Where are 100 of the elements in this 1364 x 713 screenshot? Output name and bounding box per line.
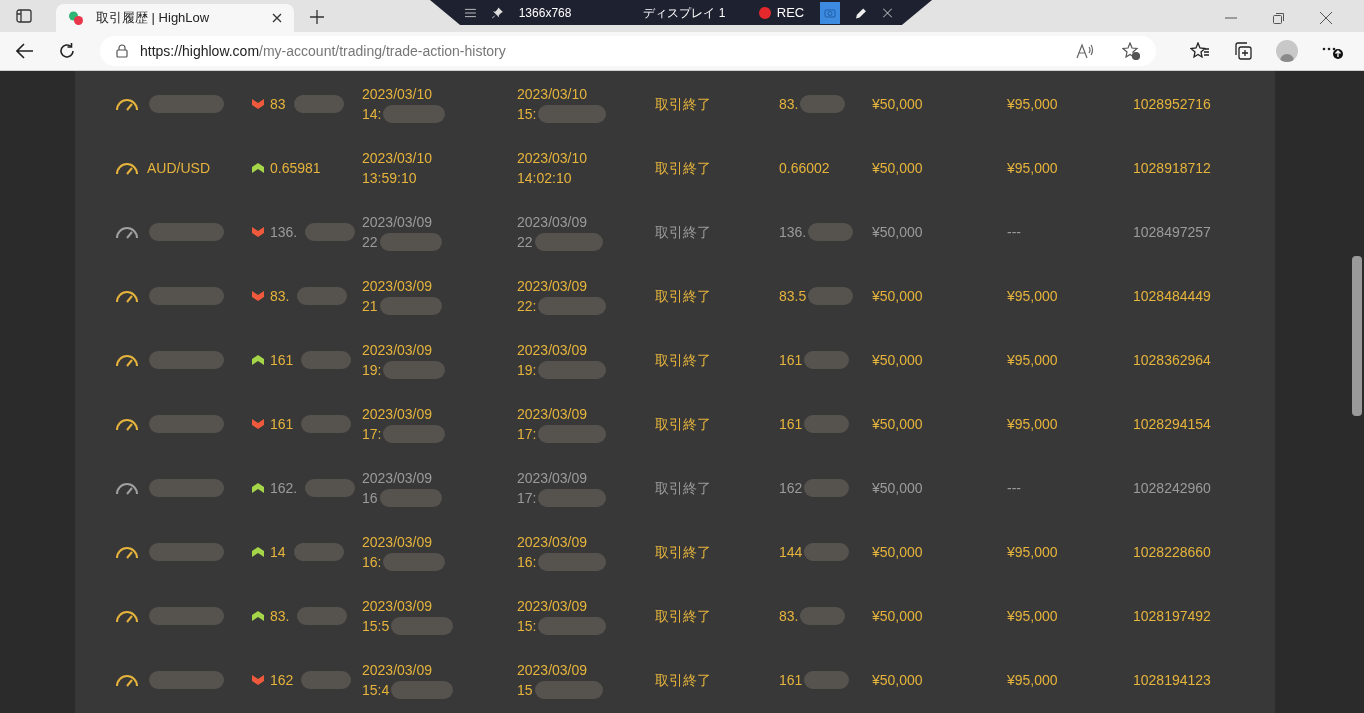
scrollbar-thumb[interactable] [1351,256,1362,416]
trade-id: 1028484449 [1133,286,1212,306]
trade-status: 取引終了 [655,670,712,690]
redaction-smudge [808,223,854,241]
trade-status: 取引終了 [655,286,712,306]
trade-status: 取引終了 [655,414,712,434]
url-text: https://highlow.com/my-account/trading/trade-action-history [140,41,507,61]
camera-icon [824,7,837,18]
tab-actions-icon[interactable] [16,9,32,23]
pin-icon[interactable] [491,6,503,19]
add-favorite-icon[interactable] [1122,42,1140,60]
redaction-smudge [538,489,607,507]
open-time: 16: [362,553,382,572]
strike-price: 14 [270,542,286,562]
redaction-smudge [534,681,603,699]
strike-price: 83. [270,606,290,626]
trade-id: 1028197492 [1133,606,1212,626]
close-date: 2023/03/09 [517,469,589,488]
closing-rate: 83. [779,606,799,626]
redaction-smudge [301,415,352,433]
redaction-smudge [391,681,454,699]
display-name: ディスプレイ 1 [643,4,727,22]
asset-name: AUD/USD [147,158,210,178]
trade-status: 取引終了 [655,94,712,114]
open-date: 2023/03/10 [362,85,434,104]
close-date: 2023/03/09 [517,213,589,232]
strike-price: 162. [270,478,298,498]
payout-amount: ¥95,000 [1007,350,1059,370]
payout-amount: ¥95,000 [1007,606,1059,626]
purchase-amount: ¥50,000 [872,542,924,562]
redaction-smudge [391,617,454,635]
open-date: 2023/03/09 [362,405,434,424]
refresh-icon[interactable] [58,42,76,60]
address-bar[interactable]: https://highlow.com/my-account/trading/trade-action-history [100,36,1156,66]
close-date: 2023/03/09 [517,341,589,360]
payout-amount: ¥95,000 [1007,414,1059,434]
purchase-amount: ¥50,000 [872,478,924,498]
redaction-smudge [538,425,607,443]
trade-status: 取引終了 [655,606,712,626]
trade-id: 1028228660 [1133,542,1212,562]
open-time: 15:5 [362,617,390,636]
purchase-amount: ¥50,000 [872,286,924,306]
lock-icon [116,44,128,58]
redaction-smudge [379,297,442,315]
trade-id: 1028362964 [1133,350,1212,370]
strike-price: 0.65981 [270,158,321,178]
closing-rate: 161 [779,670,803,690]
restore-icon[interactable] [1273,12,1284,24]
browser-tab[interactable]: 取引履歴 | HighLow [56,4,294,32]
camera-button[interactable] [820,1,841,24]
close-date: 2023/03/09 [517,661,589,680]
open-date: 2023/03/09 [362,277,434,296]
close-window-icon[interactable] [1320,12,1332,24]
open-date: 2023/03/09 [362,597,434,616]
closing-rate: 162 [779,478,803,498]
purchase-amount: ¥50,000 [872,94,924,114]
trade-id: 1028952716 [1133,94,1212,114]
trade-status: 取引終了 [655,222,712,242]
purchase-amount: ¥50,000 [872,414,924,434]
close-icon[interactable] [882,7,892,18]
open-date: 2023/03/09 [362,469,434,488]
closing-rate: 161 [779,414,803,434]
open-time: 17: [362,425,382,444]
collections-icon[interactable] [1234,42,1252,60]
redaction-smudge [804,543,850,561]
redaction-smudge [804,479,850,497]
new-tab-icon[interactable] [310,10,324,24]
close-date: 2023/03/09 [517,277,589,296]
close-time: 15: [517,617,537,636]
purchase-amount: ¥50,000 [872,350,924,370]
close-tab-icon[interactable] [272,13,282,23]
pen-icon[interactable] [856,6,867,19]
close-time: 16: [517,553,537,572]
redaction-smudge [538,297,607,315]
redaction-smudge [293,95,344,113]
close-date: 2023/03/09 [517,597,589,616]
menu-icon[interactable] [465,7,476,18]
redaction-smudge [293,543,344,561]
closing-rate: 0.66002 [779,158,830,178]
trade-id: 1028497257 [1133,222,1212,242]
payout-amount: ¥95,000 [1007,158,1059,178]
back-icon[interactable] [16,43,34,59]
closing-rate: 144 [779,542,803,562]
purchase-amount: ¥50,000 [872,158,924,178]
favorites-icon[interactable] [1190,42,1210,60]
redaction-smudge [301,671,352,689]
close-time: 15: [517,105,537,124]
read-aloud-icon[interactable] [1076,43,1094,59]
redaction-smudge [379,233,442,251]
redaction-smudge [297,287,348,305]
rec-label: REC [776,3,805,22]
redaction-smudge [804,351,850,369]
redaction-smudge [800,607,846,625]
trade-id: 1028294154 [1133,414,1212,434]
open-time: 15:4 [362,681,390,700]
redaction-smudge [538,553,607,571]
trade-status: 取引終了 [655,158,712,178]
trade-status: 取引終了 [655,542,712,562]
redaction-smudge [305,223,356,241]
profile-avatar[interactable] [1276,40,1298,62]
